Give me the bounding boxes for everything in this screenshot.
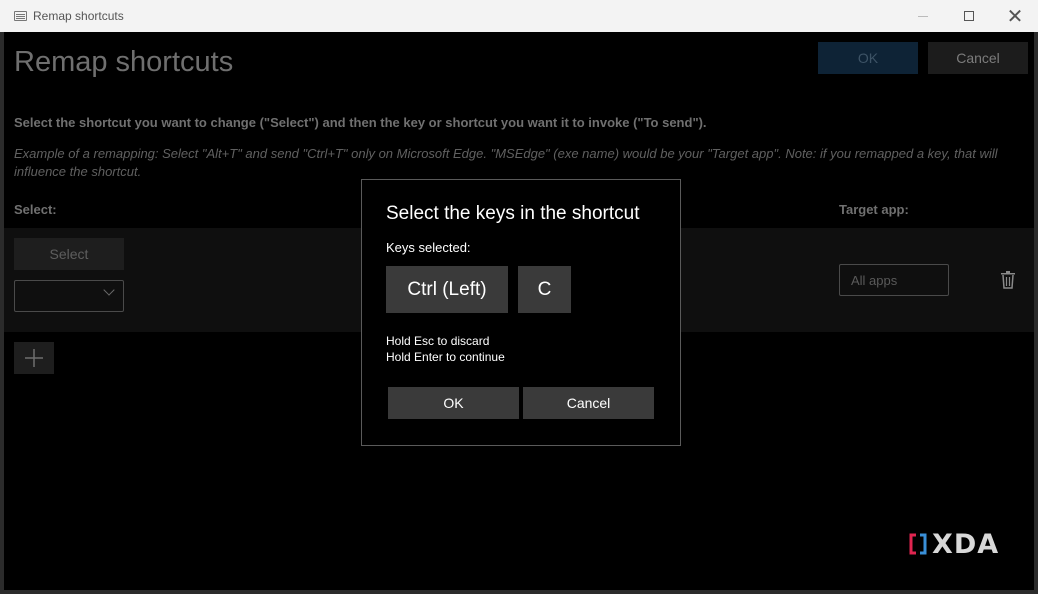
example-text: Example of a remapping: Select "Alt+T" a… (14, 146, 998, 179)
window-title: Remap shortcuts (33, 9, 124, 23)
maximize-button[interactable] (946, 0, 992, 32)
dialog-ok-button[interactable]: OK (388, 387, 519, 419)
select-keys-dialog: Select the keys in the shortcut Keys sel… (361, 179, 681, 446)
selected-key: C (518, 266, 571, 313)
instructions-text: Select the shortcut you want to change (… (14, 115, 707, 130)
hint-continue: Hold Enter to continue (386, 350, 505, 364)
dialog-cancel-button[interactable]: Cancel (523, 387, 654, 419)
watermark-text: XDA (932, 528, 1000, 560)
xda-logo-icon (909, 533, 927, 555)
hint-discard: Hold Esc to discard (386, 334, 490, 348)
page-title: Remap shortcuts (14, 46, 234, 78)
select-shortcut-button[interactable]: Select (14, 238, 124, 270)
plus-icon (25, 349, 43, 367)
close-icon: ✕ (1006, 4, 1024, 28)
minimize-button[interactable] (900, 0, 946, 32)
title-bar: Remap shortcuts ✕ (0, 0, 1038, 32)
add-shortcut-button[interactable] (14, 342, 54, 374)
keyboard-app-icon (14, 11, 27, 21)
key-dropdown[interactable] (14, 280, 124, 312)
minimize-icon (918, 15, 928, 17)
keys-selected-label: Keys selected: (386, 240, 471, 255)
trash-icon (1001, 271, 1015, 289)
dialog-title: Select the keys in the shortcut (386, 203, 640, 224)
cancel-button[interactable]: Cancel (928, 42, 1028, 74)
delete-row-button[interactable] (1000, 271, 1016, 289)
maximize-icon (964, 11, 974, 21)
select-column-header: Select: (14, 202, 57, 217)
close-button[interactable]: ✕ (992, 0, 1038, 32)
target-app-input[interactable] (839, 264, 949, 296)
xda-watermark: XDA (908, 528, 1000, 560)
target-app-column-header: Target app: (839, 202, 909, 217)
ok-button[interactable]: OK (818, 42, 918, 74)
selected-key: Ctrl (Left) (386, 266, 508, 313)
chevron-down-icon (103, 284, 115, 296)
